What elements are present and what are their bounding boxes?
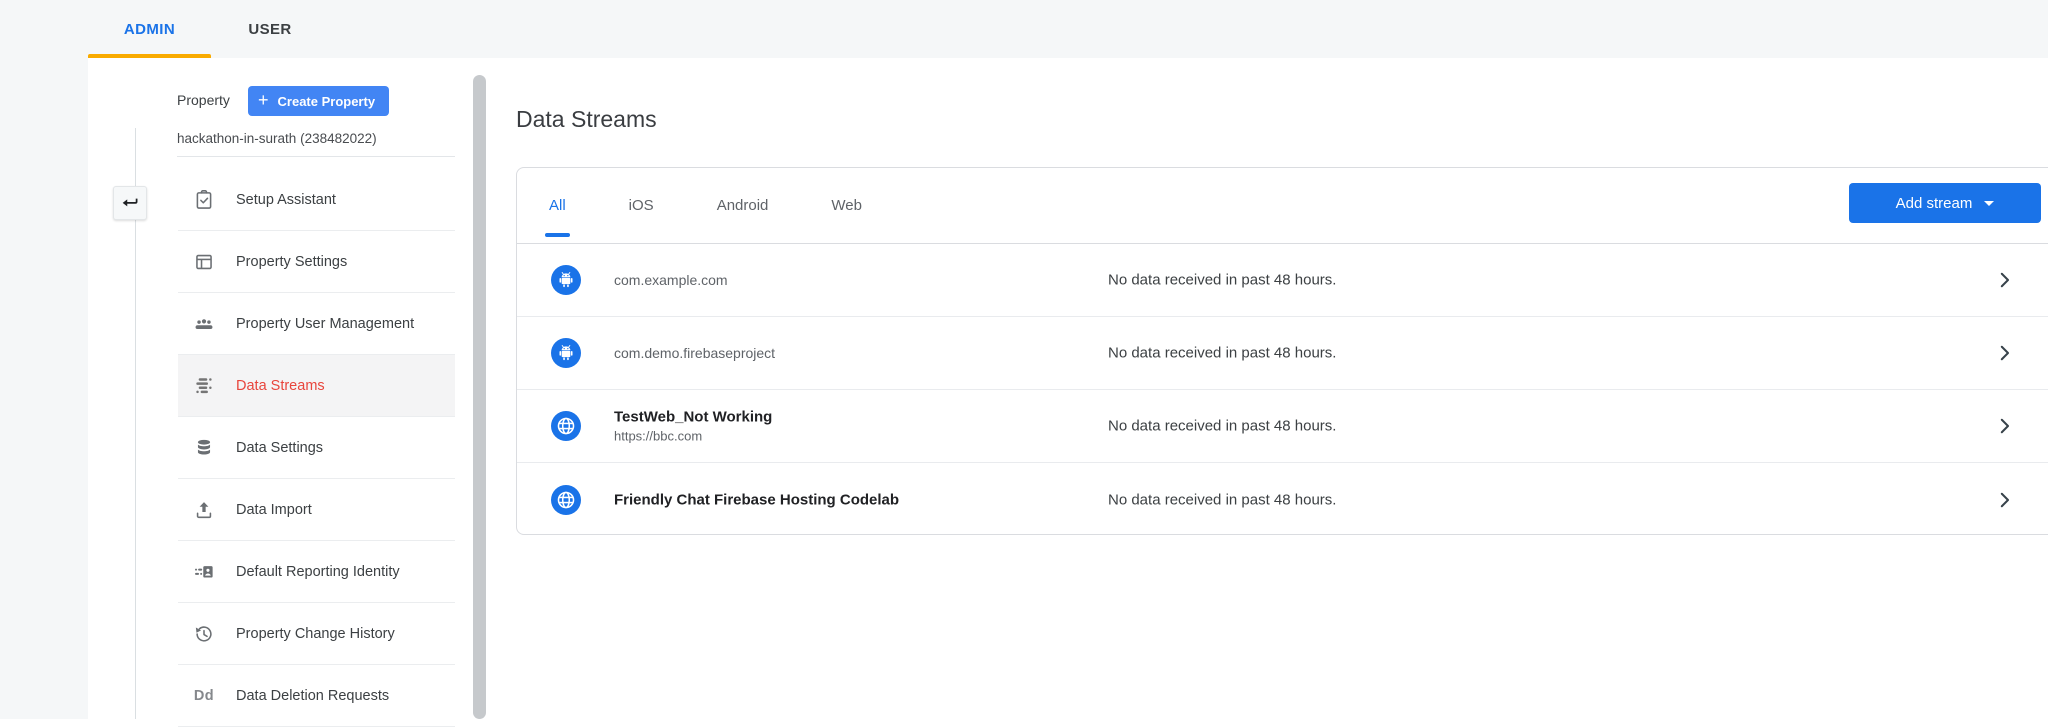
collapse-sidebar-button[interactable] — [113, 186, 147, 220]
add-stream-button[interactable]: Add stream — [1849, 183, 2041, 223]
dd-text-icon: Dd — [192, 684, 216, 708]
left-gutter — [0, 58, 88, 719]
sidebar-item-label: Property Change History — [236, 626, 395, 642]
people-icon — [192, 312, 216, 336]
top-tab-bar: ADMIN USER — [0, 0, 2048, 58]
android-icon — [551, 265, 581, 295]
sidebar-item-property-change-history[interactable]: Property Change History — [178, 603, 455, 665]
sidebar-item-data-streams[interactable]: Data Streams — [178, 355, 455, 417]
sidebar-item-data-import[interactable]: Data Import — [178, 479, 455, 541]
sidebar-item-label: Data Deletion Requests — [236, 688, 389, 704]
sidebar-item-label: Setup Assistant — [236, 192, 336, 208]
plus-icon: + — [258, 91, 269, 109]
data-streams-card: All iOS Android Web Add stream com.example.… — [516, 167, 2048, 535]
sidebar-item-label: Property User Management — [236, 316, 414, 332]
stream-filter-tab-bar: All iOS Android Web Add stream — [517, 168, 2048, 244]
globe-icon — [551, 411, 581, 441]
globe-icon — [551, 485, 581, 515]
stream-name: com.example.com — [614, 272, 728, 288]
stream-status: No data received in past 48 hours. — [1108, 272, 1336, 289]
chevron-right-icon[interactable] — [1994, 489, 2016, 511]
tab-user[interactable]: USER — [211, 0, 329, 58]
property-settings-menu: Setup Assistant Property Settings Proper… — [178, 169, 455, 727]
tab-ios[interactable]: iOS — [629, 168, 654, 243]
stream-status: No data received in past 48 hours. — [1108, 491, 1336, 508]
sidebar-item-label: Data Streams — [236, 378, 325, 394]
stream-filter-tabs: All iOS Android Web — [549, 168, 862, 243]
chevron-right-icon[interactable] — [1994, 415, 2016, 437]
data-streams-icon — [192, 374, 216, 398]
sidebar-scrollbar[interactable] — [473, 75, 486, 719]
stream-name-block: com.demo.firebaseproject — [614, 345, 775, 361]
stream-row[interactable]: Friendly Chat Firebase Hosting Codelab No… — [517, 463, 2048, 536]
stream-row[interactable]: TestWeb_Not Working https://bbc.com No dat… — [517, 390, 2048, 463]
stream-status: No data received in past 48 hours. — [1108, 418, 1336, 435]
ga-admin-page: { "top_tabs": [ {"id": "admin", "label":… — [0, 0, 2048, 719]
stream-name-block: TestWeb_Not Working https://bbc.com — [614, 409, 772, 444]
stream-status: No data received in past 48 hours. — [1108, 345, 1336, 362]
sidebar-item-data-deletion-requests[interactable]: Dd Data Deletion Requests — [178, 665, 455, 727]
tab-web[interactable]: Web — [831, 168, 862, 243]
add-stream-label: Add stream — [1896, 195, 1973, 212]
chevron-right-icon[interactable] — [1994, 342, 2016, 364]
property-section-label: Property — [177, 92, 230, 108]
tab-all[interactable]: All — [549, 168, 566, 243]
chevron-right-icon[interactable] — [1994, 269, 2016, 291]
window-layout-icon — [192, 250, 216, 274]
sidebar-item-data-settings[interactable]: Data Settings — [178, 417, 455, 479]
property-name: hackathon-in-surath (238482022) — [177, 131, 377, 146]
history-icon — [192, 622, 216, 646]
stream-name: TestWeb_Not Working — [614, 409, 772, 426]
sidebar-item-default-reporting-identity[interactable]: Default Reporting Identity — [178, 541, 455, 603]
sidebar-item-label: Default Reporting Identity — [236, 564, 400, 580]
caret-down-icon — [1984, 201, 1994, 206]
identity-card-icon — [192, 560, 216, 584]
return-left-arrow-icon — [119, 192, 141, 214]
stream-name-block: com.example.com — [614, 272, 728, 288]
stream-url: https://bbc.com — [614, 429, 772, 444]
stream-name-block: Friendly Chat Firebase Hosting Codelab — [614, 491, 899, 508]
stream-name: Friendly Chat Firebase Hosting Codelab — [614, 491, 899, 508]
sidebar-item-label: Property Settings — [236, 254, 347, 270]
sidebar-item-property-settings[interactable]: Property Settings — [178, 231, 455, 293]
android-icon — [551, 338, 581, 368]
tab-android[interactable]: Android — [717, 168, 769, 243]
create-property-button[interactable]: + Create Property — [248, 86, 389, 116]
stream-row[interactable]: com.example.com No data received in past … — [517, 244, 2048, 317]
upload-icon — [192, 498, 216, 522]
tab-admin[interactable]: ADMIN — [88, 0, 211, 58]
stream-row[interactable]: com.demo.firebaseproject No data received… — [517, 317, 2048, 390]
clipboard-check-icon — [192, 188, 216, 212]
page-title: Data Streams — [516, 106, 657, 133]
sidebar-divider — [177, 156, 455, 157]
stream-list: com.example.com No data received in past … — [517, 244, 2048, 536]
sidebar-item-property-user-management[interactable]: Property User Management — [178, 293, 455, 355]
sidebar-item-label: Data Import — [236, 502, 312, 518]
database-icon — [192, 436, 216, 460]
sidebar-item-label: Data Settings — [236, 440, 323, 456]
create-property-label: Create Property — [278, 94, 376, 109]
stream-name: com.demo.firebaseproject — [614, 345, 775, 361]
sidebar-item-setup-assistant[interactable]: Setup Assistant — [178, 169, 455, 231]
